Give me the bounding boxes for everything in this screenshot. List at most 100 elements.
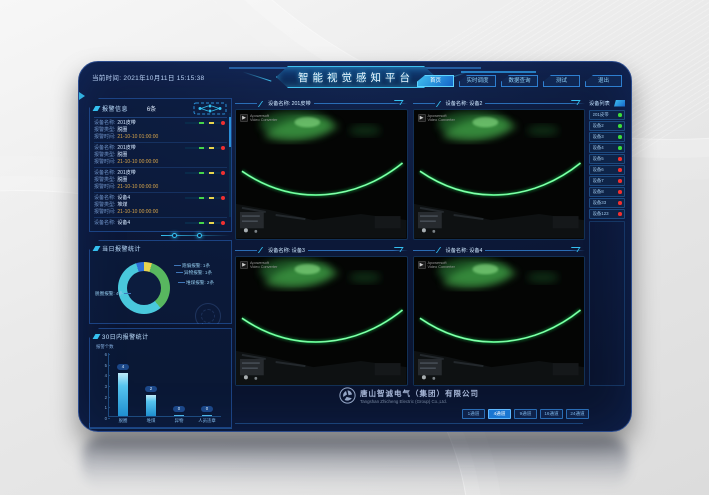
daily-alarm-stats-section: 当日报警统计 跑偏报警: 1条 异物报警: 1条 堆煤报警: 2条 脱圈报警: … xyxy=(89,240,232,324)
y-axis-tick: 6 xyxy=(100,352,107,357)
alarm-list-item[interactable]: 设备名称:201皮带报警类型:脱圈报警时间:21-10-10 01:00:00 xyxy=(94,118,227,143)
alarm-type: 报警类型:堆煤 xyxy=(94,202,227,209)
video-panel-4: 设备名称: 设备4 ▶ ApowersoftVideo Converter xyxy=(413,245,586,387)
alarm-list-item[interactable]: 设备名称:设备4报警类型:堆煤报警时间:21-10-10 00:00:00 xyxy=(94,193,227,218)
device-status-dot xyxy=(618,201,622,205)
video-frame xyxy=(414,110,585,239)
alarm-status-indicator xyxy=(185,197,225,199)
video-title: 设备名称: 设备4 xyxy=(446,247,483,254)
alarm-status-indicator xyxy=(185,122,225,124)
alarm-type: 报警类型:脱圈 xyxy=(94,177,227,184)
device-list-item-设备6[interactable]: 设备6 xyxy=(589,165,625,175)
device-list-item-设备123[interactable]: 设备123 xyxy=(589,209,625,219)
video-feed[interactable]: ▶ ApowersoftVideo Converter xyxy=(235,256,408,387)
device-name: 设备3 xyxy=(593,134,604,140)
device-list-item-设备3[interactable]: 设备3 xyxy=(589,132,625,142)
nav-button-数据查询[interactable]: 数据查询 xyxy=(501,75,538,87)
device-list-empty-area xyxy=(589,221,625,387)
device-name: 设备4 xyxy=(593,145,604,151)
nav-button-测试[interactable]: 测试 xyxy=(543,75,580,87)
device-status-dot xyxy=(618,212,622,216)
video-side-accent xyxy=(584,270,585,286)
edge-accent xyxy=(79,92,85,100)
video-feed[interactable]: ▶ ApowersoftVideo Converter xyxy=(413,109,586,240)
watermark-icon: ▶ xyxy=(418,261,426,269)
device-list-item-设备8[interactable]: 设备8 xyxy=(589,187,625,197)
channel-button-9通道[interactable]: 9通道 xyxy=(514,409,537,419)
alarm-list-item[interactable]: 设备名称:设备4报警类型:堆煤报警时间:21-10-10 00:00:00 xyxy=(94,218,227,226)
video-watermark: ▶ ApowersoftVideo Converter xyxy=(418,261,455,270)
video-frame xyxy=(414,257,585,386)
device-status-dot xyxy=(618,146,622,150)
video-feed[interactable]: ▶ ApowersoftVideo Converter xyxy=(413,256,586,387)
alarm-type: 报警类型:脱圈 xyxy=(94,127,227,134)
channel-button-16通道[interactable]: 16通道 xyxy=(540,409,563,419)
circuit-icon xyxy=(193,102,227,115)
device-name: 设备5 xyxy=(593,156,604,162)
video-feed[interactable]: ▶ ApowersoftVideo Converter xyxy=(235,109,408,240)
ghost-logo-watermark xyxy=(195,303,221,329)
daily-stats-title: 当日报警统计 xyxy=(94,244,227,253)
device-list: 201皮带设备2 设备3 设备4 设备5 设备6 设备7 设备8 设备33设备123 xyxy=(589,110,625,219)
alarm-scrollbar[interactable] xyxy=(229,113,231,217)
dashboard-reflection xyxy=(82,436,628,488)
y-axis-label: 报警个数 xyxy=(96,344,114,350)
video-panel-header: 设备名称: 设备4 xyxy=(413,245,586,256)
device-name: 设备7 xyxy=(593,178,604,184)
header-decor-line xyxy=(421,67,481,69)
watermark-icon: ▶ xyxy=(240,261,248,269)
device-list-item-设备4[interactable]: 设备4 xyxy=(589,143,625,153)
device-panel-tab[interactable] xyxy=(614,100,625,107)
device-name: 设备2 xyxy=(593,123,604,129)
video-panel-header: 设备名称: 设备2 xyxy=(413,98,586,109)
device-status-dot xyxy=(618,179,622,183)
current-time: 当前时间: 2021年10月11日 15:15:38 xyxy=(92,72,204,82)
video-title: 设备名称: 201皮带 xyxy=(268,100,311,107)
video-frame xyxy=(236,257,407,386)
alarm-list: 设备名称:201皮带报警类型:脱圈报警时间:21-10-10 01:00:00设… xyxy=(94,118,227,226)
video-watermark: ▶ ApowersoftVideo Converter xyxy=(240,261,277,270)
channel-button-24通道[interactable]: 24通道 xyxy=(566,409,589,419)
alarm-section-header: 报警信息 6条 xyxy=(94,102,227,118)
video-panel-header: 设备名称: 设备3 xyxy=(235,245,408,256)
channel-switcher: 1通道4通道9通道16通道24通道 xyxy=(462,409,589,419)
donut-label: 脱圈报警: 4条 xyxy=(95,291,131,297)
nav-button-实时调度[interactable]: 实时调度 xyxy=(459,75,496,87)
page-title-frame: 智能视觉感知平台 xyxy=(276,66,436,88)
device-list-item-设备5[interactable]: 设备5 xyxy=(589,154,625,164)
device-list-item-设备33[interactable]: 设备33 xyxy=(589,198,625,208)
device-list-item-设备7[interactable]: 设备7 xyxy=(589,176,625,186)
alarm-list-item[interactable]: 设备名称:201皮带报警类型:脱圈报警时间:21-10-10 00:00:00 xyxy=(94,143,227,168)
alarm-time: 报警时间:21-10-10 00:00:00 xyxy=(94,159,227,166)
header-decor-line xyxy=(229,67,289,69)
video-grid: 设备名称: 201皮带 ▶ ApowersoftVideo Converter … xyxy=(235,98,585,386)
video-side-accent xyxy=(407,123,408,139)
channel-button-4通道[interactable]: 4通道 xyxy=(488,409,511,419)
y-axis-tick: 5 xyxy=(100,363,107,368)
alarm-time: 报警时间:21-10-10 01:00:00 xyxy=(94,134,227,141)
video-side-accent xyxy=(407,270,408,286)
device-panel-title: 设备列表 xyxy=(589,100,610,107)
nav-decor-line xyxy=(461,71,536,73)
alarm-type: 报警类型:脱圈 xyxy=(94,152,227,159)
video-watermark: ▶ ApowersoftVideo Converter xyxy=(418,114,455,123)
device-list-item-201皮带[interactable]: 201皮带 xyxy=(589,110,625,120)
page-background: 当前时间: 2021年10月11日 15:15:38 智能视觉感知平台 首页实时… xyxy=(0,0,709,495)
video-panel-3: 设备名称: 设备3 ▶ ApowersoftVideo Converter xyxy=(235,245,408,387)
y-axis-tick: 4 xyxy=(100,373,107,378)
nav-button-退出[interactable]: 退出 xyxy=(585,75,622,87)
alarm-list-item[interactable]: 设备名称:201皮带报警类型:脱圈报警时间:21-10-10 00:00:00 xyxy=(94,168,227,193)
nav-button-首页[interactable]: 首页 xyxy=(417,75,454,87)
device-list-item-设备2[interactable]: 设备2 xyxy=(589,121,625,131)
alarm-status-indicator xyxy=(185,222,225,224)
device-name: 设备8 xyxy=(593,189,604,195)
channel-button-1通道[interactable]: 1通道 xyxy=(462,409,485,419)
video-watermark: ▶ ApowersoftVideo Converter xyxy=(240,114,277,123)
footer-decor-line xyxy=(235,423,583,424)
video-side-accent xyxy=(584,123,585,139)
video-title: 设备名称: 设备3 xyxy=(268,247,305,254)
company-name-cn: 唐山智诚电气（集团）有限公司 xyxy=(360,388,479,399)
video-title: 设备名称: 设备2 xyxy=(446,100,483,107)
device-status-dot xyxy=(618,124,622,128)
device-name: 设备6 xyxy=(593,167,604,173)
